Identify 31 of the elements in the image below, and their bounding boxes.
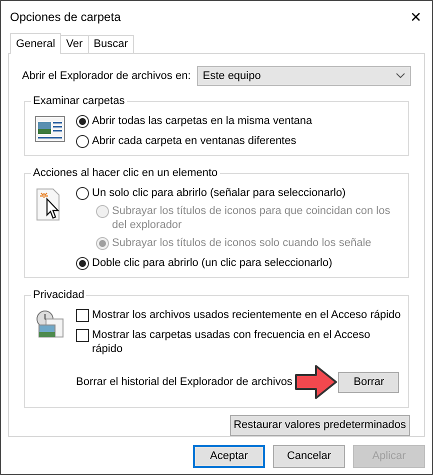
checkbox[interactable] <box>76 329 89 342</box>
restore-defaults-button[interactable]: Restaurar valores predeterminados <box>230 415 410 436</box>
checkbox[interactable] <box>76 309 89 322</box>
arrow-annotation-icon <box>294 364 338 400</box>
radio-label: Subrayar los títulos de iconos para que coincidan con los del explorador <box>112 204 392 232</box>
radio-button[interactable] <box>76 257 89 270</box>
clear-history-label: Borrar el historial del Explorador de archivos <box>76 374 292 390</box>
clock-document-icon <box>35 310 65 340</box>
tab[interactable]: Buscar <box>88 35 134 53</box>
window-title: Opciones de carpeta <box>10 9 121 26</box>
radio-button[interactable] <box>76 187 89 200</box>
chevron-down-icon <box>396 73 405 79</box>
radio-label: Doble clic para abrirlo (un clic para seleccionarlo) <box>92 256 332 270</box>
close-button[interactable]: ✕ <box>410 10 422 24</box>
checkbox-label: Mostrar las carpetas usadas con frecuencia en el Acceso rápido <box>92 328 372 356</box>
tab[interactable]: General <box>10 33 62 54</box>
radio-button[interactable] <box>76 115 89 128</box>
radio-label: Un solo clic para abrirlo (señalar para seleccionarlo) <box>92 186 346 200</box>
radio-label: Subrayar los títulos de iconos solo cuando los señale <box>112 236 372 250</box>
clear-button[interactable]: Borrar <box>338 372 400 392</box>
radio-label: Abrir todas las carpetas en la misma ventana <box>92 114 312 128</box>
dialog-button[interactable]: Cancelar <box>273 445 345 468</box>
field-label: Abrir el Explorador de archivos en: <box>22 68 191 84</box>
radio-button[interactable] <box>76 135 89 148</box>
dialog-button[interactable]: Aceptar <box>193 445 265 468</box>
group-title: Examinar carpetas <box>31 94 127 108</box>
window-icon <box>35 116 65 142</box>
radio-label: Abrir cada carpeta en ventanas diferentes <box>92 134 296 148</box>
checkbox-label: Mostrar los archivos usados recientemente en el Acceso rápido <box>92 308 401 322</box>
tab[interactable]: Ver <box>61 35 89 53</box>
dropdown[interactable]: Este equipo <box>196 66 411 86</box>
